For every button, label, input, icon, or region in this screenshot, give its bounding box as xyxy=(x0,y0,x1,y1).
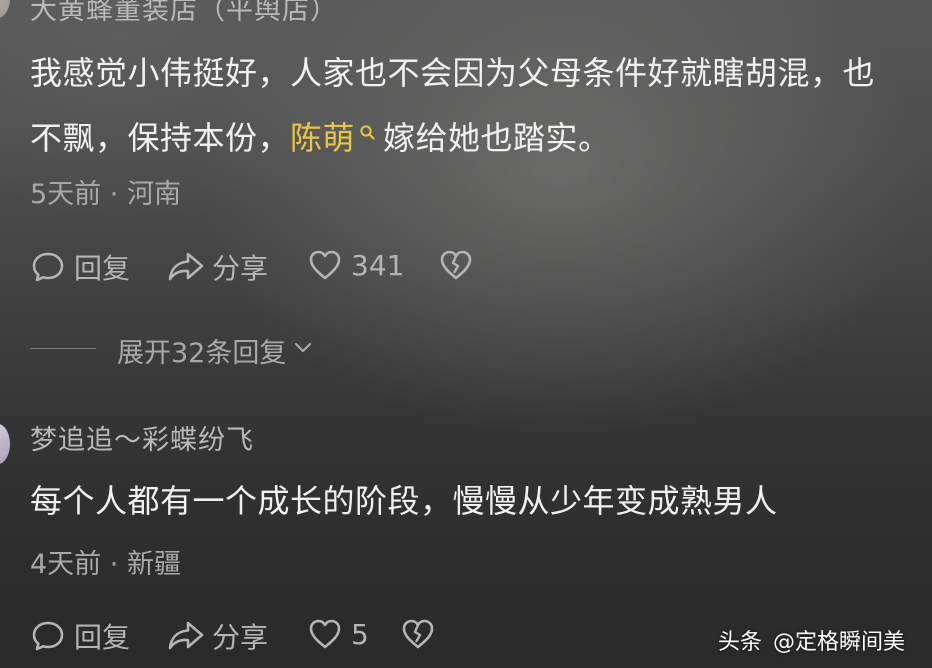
share-arrow-icon xyxy=(166,249,206,285)
reply-label: 回复 xyxy=(74,252,131,285)
comment-location: 新疆 xyxy=(126,549,181,580)
share-label: 分享 xyxy=(212,621,269,654)
watermark: 头条 @定格瞬间美 xyxy=(718,624,905,656)
expand-divider xyxy=(30,348,96,349)
comment-text-line: 不飘，保持本份， 陈萌 嫁给她也踏实。 xyxy=(30,103,611,173)
like-count: 5 xyxy=(351,617,369,651)
dislike-button[interactable] xyxy=(438,247,474,283)
comment-username[interactable]: 梦追追～彩蝶纷飞 xyxy=(30,418,254,457)
expand-replies-button[interactable]: 展开32条回复 xyxy=(117,331,314,370)
comment-time: 4天前 xyxy=(30,549,102,580)
comment-meta: 4天前 · 新疆 xyxy=(30,542,181,581)
share-button[interactable]: 分享 xyxy=(166,616,268,656)
comment-username[interactable]: 大黄蜂董装店（平舆店） xyxy=(30,0,338,27)
like-button[interactable]: 341 xyxy=(307,247,404,283)
comment-text-segment: 嫁给她也踏实。 xyxy=(383,119,611,157)
broken-heart-icon xyxy=(400,616,436,652)
avatar[interactable] xyxy=(0,0,10,18)
speech-bubble-icon xyxy=(30,618,66,654)
watermark-platform: 头条 xyxy=(718,630,763,655)
expand-replies-label: 展开32条回复 xyxy=(117,338,287,369)
like-button[interactable]: 5 xyxy=(307,616,369,652)
meta-separator: · xyxy=(109,179,127,210)
comment-location: 河南 xyxy=(126,179,181,210)
heart-icon xyxy=(307,616,343,652)
search-keyword-link[interactable]: 陈萌 xyxy=(290,110,355,166)
reply-label: 回复 xyxy=(74,621,131,654)
share-label: 分享 xyxy=(212,252,269,285)
comment-text-line: 我感觉小伟挺好，人家也不会因为父母条件好就瞎胡混，也 xyxy=(30,54,876,92)
heart-icon xyxy=(307,247,343,283)
like-count: 341 xyxy=(351,248,405,282)
speech-bubble-icon xyxy=(30,249,66,285)
comment-text-segment: 不飘，保持本份， xyxy=(30,119,291,157)
comment-meta: 5天前 · 河南 xyxy=(30,172,181,211)
reply-button[interactable]: 回复 xyxy=(30,247,130,287)
share-arrow-icon xyxy=(166,618,206,654)
avatar[interactable] xyxy=(0,424,10,464)
comment-text-line: 每个人都有一个成长的阶段，慢慢从少年变成熟男人 xyxy=(30,482,778,520)
reply-button[interactable]: 回复 xyxy=(30,616,130,656)
meta-separator: · xyxy=(109,549,127,580)
share-button[interactable]: 分享 xyxy=(166,247,268,287)
watermark-account: @定格瞬间美 xyxy=(773,630,906,655)
broken-heart-icon xyxy=(438,247,474,283)
dislike-button[interactable] xyxy=(400,616,436,652)
chevron-down-icon xyxy=(292,335,314,366)
search-icon[interactable] xyxy=(359,103,377,159)
comment-time: 5天前 xyxy=(30,179,102,210)
